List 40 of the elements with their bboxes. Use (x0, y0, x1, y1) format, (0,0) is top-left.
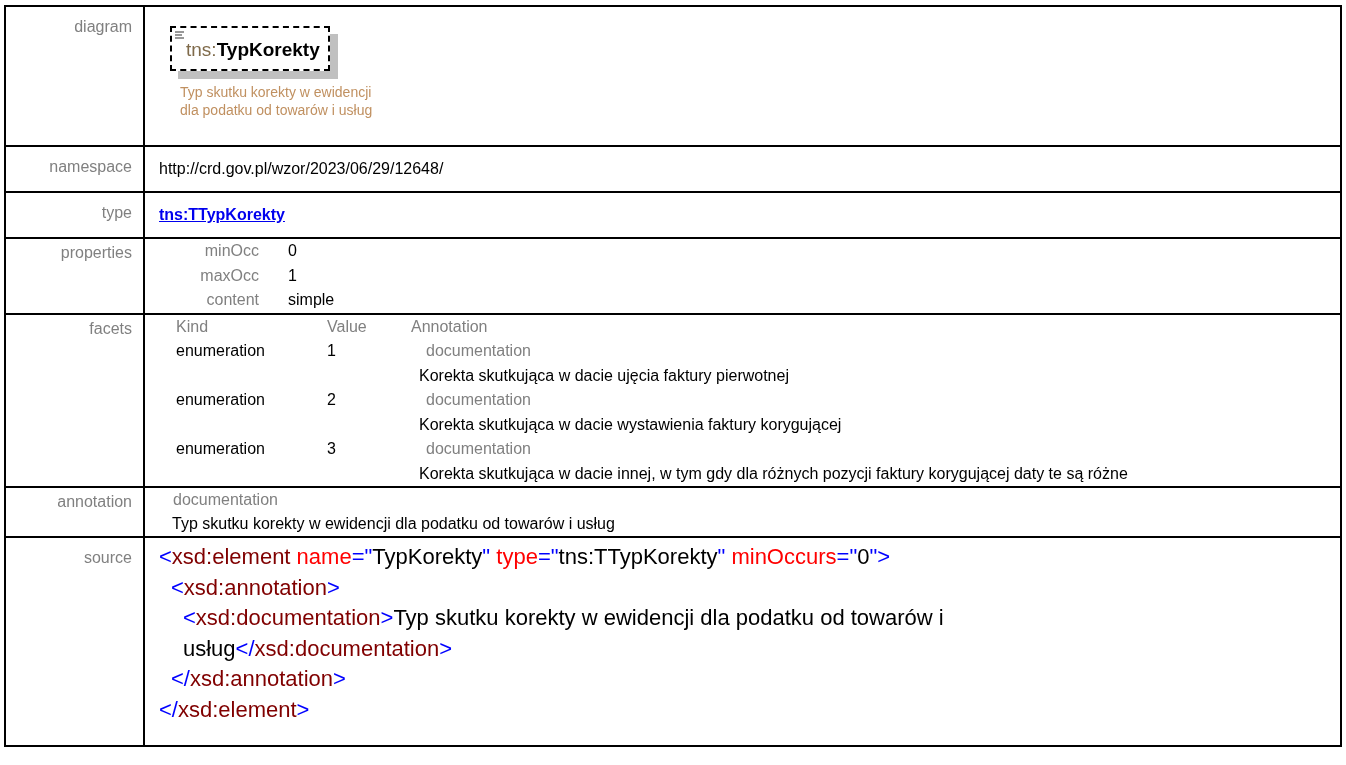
column-header: Annotation (411, 316, 489, 337)
column-header: Kind (176, 316, 210, 337)
facet-kind: enumeration (176, 439, 266, 459)
element-caption: Typ skutku korekty w ewidencji dla podatku od towarów i usług (180, 83, 374, 119)
documentation-label: documentation (425, 341, 532, 361)
element-name: tns:TypKorekty (186, 39, 320, 61)
documentation-label: documentation (425, 390, 532, 410)
facet-kind: enumeration (176, 341, 266, 361)
property-value: 1 (288, 265, 298, 286)
property-value: 0 (288, 241, 298, 261)
column-header: Value (327, 316, 368, 337)
row-label: namespace (5, 146, 144, 192)
documentation-label: documentation (425, 439, 532, 459)
row-label: diagram (5, 6, 144, 146)
documentation-text: Korekta skutkująca w dacie wystawienia faktury korygującej (418, 414, 843, 435)
facet-value: 3 (327, 439, 337, 459)
code-line: <xsd:documentation>Typ skutku korekty w ewidencji dla podatku od towarów i usług</xsd:documentation> (182, 604, 945, 663)
documentation-text: Korekta skutkująca w dacie ujęcia faktury pierwotnej (418, 365, 790, 386)
type-link[interactable]: tns:TTypKorekty (159, 206, 285, 223)
facet-value: 1 (327, 341, 337, 361)
code-line: </xsd:annotation> (170, 665, 347, 693)
property-name: content (205, 290, 259, 310)
documentation-text: Typ skutku korekty w ewidencji dla podatku od towarów i usług (171, 514, 616, 534)
namespace-value: http://crd.gov.pl/wzor/2023/06/29/12648/ (159, 160, 444, 177)
lines-icon (175, 31, 184, 39)
row-label: facets (5, 313, 144, 487)
code-line: <xsd:annotation> (170, 573, 341, 602)
facet-kind: enumeration (176, 390, 266, 410)
row-label: properties (5, 238, 144, 314)
facet-value: 2 (327, 390, 337, 410)
documentation-text: Korekta skutkująca w dacie innej, w tym gdy dla różnych pozycji faktury korygującej daty te są różne (418, 463, 1129, 484)
row-label: type (5, 192, 144, 238)
row-label: annotation (5, 487, 144, 537)
property-value: simple (288, 290, 336, 310)
property-name: minOcc (203, 241, 259, 261)
row-label: source (5, 537, 144, 746)
property-name: maxOcc (199, 265, 259, 286)
code-line: <xsd:element name="TypKorekty" type="tns:TTypKorekty" minOccurs="0"> (159, 543, 892, 571)
documentation-label: documentation (172, 490, 279, 510)
code-line: </xsd:element> (159, 695, 311, 724)
